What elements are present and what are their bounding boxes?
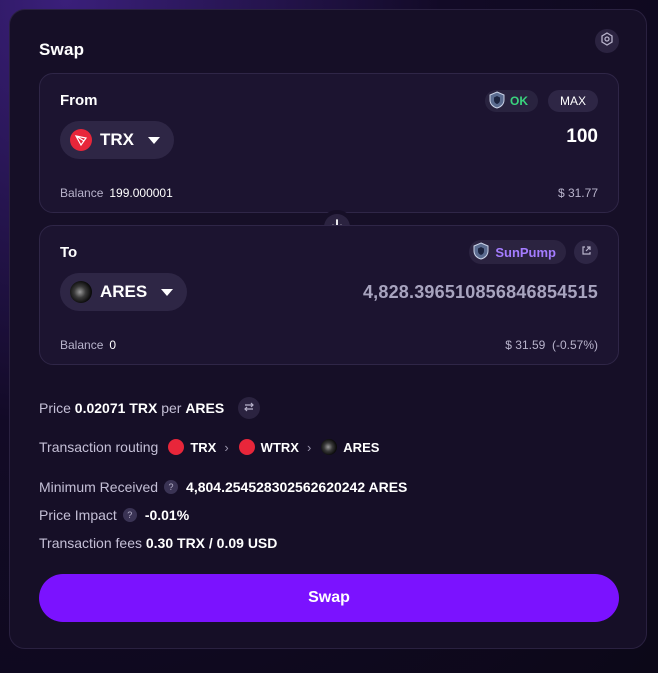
swap-card: Swap From OK MAX TRX Balance 199.000001 $…	[9, 9, 647, 649]
settings-icon	[600, 31, 614, 51]
ares-token-icon	[70, 281, 92, 303]
trx-token-icon	[168, 439, 185, 455]
price-token: ARES	[185, 400, 225, 416]
from-label: From	[60, 92, 98, 109]
invert-price-button[interactable]	[238, 397, 261, 419]
routing-label: Transaction routing	[39, 439, 159, 455]
ares-token-icon	[321, 439, 338, 455]
chevron-down-icon	[148, 136, 160, 144]
from-balance: Balance 199.000001	[60, 186, 173, 200]
swap-arrows-icon	[243, 400, 255, 416]
fees-label: Transaction fees	[39, 535, 142, 551]
to-panel: To SunPump ARES 4,828.396510856846854515…	[39, 225, 619, 365]
security-ok-badge: OK	[485, 90, 538, 112]
settings-button[interactable]	[595, 29, 619, 53]
price-impact-row: Price Impact ? -0.01%	[39, 507, 189, 523]
transaction-fees-row: Transaction fees 0.30 TRX / 0.09 USD	[39, 535, 277, 551]
page-title: Swap	[39, 40, 85, 59]
help-icon[interactable]: ?	[164, 480, 179, 494]
price-per: per	[161, 400, 182, 416]
from-balance-label: Balance	[60, 186, 104, 200]
to-balance: Balance 0	[60, 338, 116, 352]
fees-value: 0.30 TRX / 0.09 USD	[145, 535, 278, 551]
trx-token-icon	[70, 129, 92, 151]
price-value: 0.02071 TRX	[74, 400, 158, 416]
shield-icon	[488, 90, 506, 112]
chevron-right-icon: ›	[306, 439, 312, 455]
route-step: ARES	[321, 439, 379, 455]
sunpump-badge: SunPump	[469, 240, 566, 264]
price-prefix: Price	[39, 400, 71, 416]
minimum-received-value: 4,804.254528302562620242 ARES	[186, 479, 408, 495]
swap-button[interactable]: Swap	[39, 574, 619, 622]
to-balance-value: 0	[109, 338, 117, 352]
external-link-button[interactable]	[574, 240, 598, 264]
external-link-icon	[581, 243, 592, 261]
price-impact-value: -0.01%	[144, 507, 190, 523]
wtrx-token-icon	[238, 439, 255, 455]
max-button[interactable]: MAX	[548, 90, 598, 112]
ok-label: OK	[510, 94, 528, 108]
minimum-received-label: Minimum Received	[39, 479, 159, 495]
help-icon[interactable]: ?	[122, 508, 137, 522]
route-step: TRX	[168, 439, 216, 455]
sunpump-label: SunPump	[495, 244, 556, 260]
from-token-selector[interactable]: TRX	[60, 121, 174, 159]
to-label: To	[60, 244, 78, 261]
to-balance-label: Balance	[60, 338, 104, 352]
from-usd-value: $ 31.77	[557, 186, 598, 200]
shield-icon	[472, 241, 490, 263]
from-balance-value: 199.000001	[109, 186, 173, 200]
from-amount-input[interactable]	[298, 126, 598, 148]
price-impact-label: Price Impact	[39, 507, 117, 523]
minimum-received-row: Minimum Received ? 4,804.254528302562620…	[39, 479, 407, 495]
chevron-right-icon: ›	[224, 439, 229, 455]
to-usd-value: $ 31.59 (-0.57%)	[505, 338, 598, 352]
route-step: WTRX	[238, 439, 299, 455]
to-token-selector[interactable]: ARES	[60, 273, 188, 311]
chevron-down-icon	[161, 288, 174, 296]
from-token-name: TRX	[100, 130, 134, 149]
price-row: Price 0.02071 TRX per ARES	[39, 397, 261, 419]
from-panel: From OK MAX TRX Balance 199.000001 $ 31.7…	[39, 73, 619, 213]
to-token-name: ARES	[100, 282, 148, 301]
to-amount-output: 4,828.396510856846854515	[362, 282, 598, 302]
routing-row: Transaction routing TRX › WTRX › ARES	[39, 439, 379, 455]
